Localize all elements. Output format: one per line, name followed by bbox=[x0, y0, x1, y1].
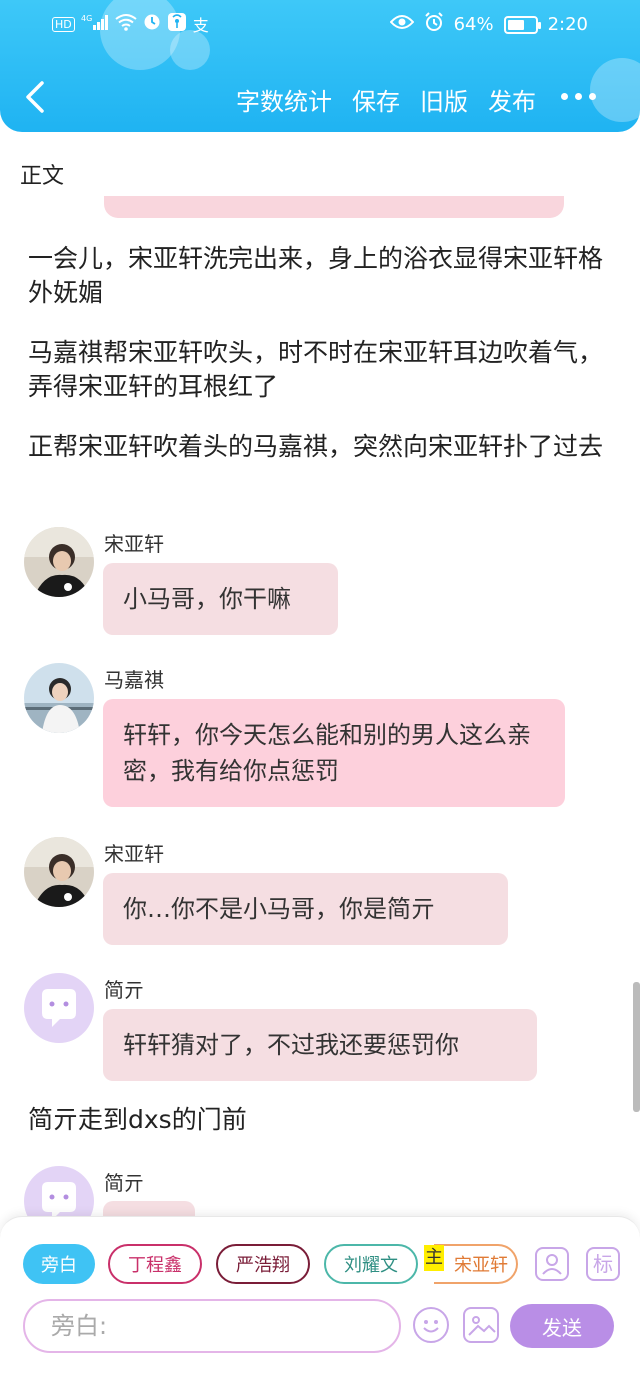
role-chip[interactable]: 宋亚轩 bbox=[434, 1244, 518, 1284]
narration-text[interactable]: 简亓走到dxs的门前 bbox=[28, 1103, 613, 1137]
role-manager-button[interactable] bbox=[535, 1247, 569, 1281]
avatar-photo-icon bbox=[24, 663, 94, 733]
sender-name: 马嘉祺 bbox=[104, 668, 164, 692]
chevron-left-icon bbox=[26, 81, 44, 113]
composer-panel: 旁白 丁程鑫 严浩翔 刘耀文 宋亚轩 主 标 旁白: 发送 bbox=[0, 1216, 640, 1387]
chat-bubble-avatar-icon bbox=[24, 973, 94, 1043]
clock-icon bbox=[143, 13, 161, 35]
publish-button[interactable]: 发布 bbox=[488, 82, 536, 117]
word-count-button[interactable]: 字数统计 bbox=[236, 82, 332, 117]
old-version-button[interactable]: 旧版 bbox=[420, 82, 468, 117]
battery-icon bbox=[503, 15, 541, 34]
hotspot-icon bbox=[167, 12, 187, 36]
mark-button[interactable]: 标 bbox=[586, 1247, 620, 1281]
role-chip[interactable]: 严浩翔 bbox=[216, 1244, 310, 1284]
svg-text:4G: 4G bbox=[81, 14, 92, 23]
message-input[interactable]: 旁白: bbox=[23, 1299, 401, 1353]
role-chip-narrator[interactable]: 旁白 bbox=[23, 1244, 95, 1284]
sender-name: 宋亚轩 bbox=[104, 842, 164, 866]
section-label: 正文 bbox=[20, 164, 65, 189]
image-button[interactable] bbox=[463, 1307, 499, 1343]
message-bubble[interactable]: 小马哥，你干嘛 bbox=[103, 563, 338, 635]
app-notification-icon: 支 bbox=[192, 16, 209, 35]
avatar-photo-icon bbox=[24, 527, 94, 597]
signal-icon: 4G bbox=[81, 13, 109, 35]
smiley-icon bbox=[423, 1320, 439, 1333]
battery-level bbox=[507, 19, 525, 30]
message-bubble[interactable]: 轩轩，你今天怎么能和别的男人这么亲密，我有给你点惩罚 bbox=[103, 699, 565, 807]
sender-name: 简亓 bbox=[104, 978, 144, 1002]
app-header: HD 4G 支 64% 2:20 字数统计 保存 旧版 发布 bbox=[0, 0, 640, 132]
battery-percent: 64% bbox=[453, 14, 494, 35]
avatar[interactable] bbox=[24, 837, 94, 907]
role-chip[interactable]: 丁程鑫 bbox=[108, 1244, 202, 1284]
narration-text[interactable]: 一会儿，宋亚轩洗完出来，身上的浴衣显得宋亚轩格外妩媚 bbox=[28, 242, 613, 310]
hd-indicator: HD bbox=[52, 16, 75, 32]
message-bubble[interactable]: 你…你不是小马哥，你是简亓 bbox=[103, 873, 508, 945]
message-bubble[interactable]: 轩轩猜对了，不过我还要惩罚你 bbox=[103, 1009, 537, 1081]
send-button[interactable]: 发送 bbox=[510, 1304, 614, 1348]
clock-time: 2:20 bbox=[547, 14, 588, 35]
toolbar-actions: 字数统计 保存 旧版 发布 bbox=[236, 82, 536, 117]
eye-icon bbox=[389, 14, 414, 35]
scrollbar-thumb[interactable] bbox=[633, 982, 640, 1112]
more-menu-button[interactable] bbox=[561, 93, 596, 100]
avatar-photo-icon bbox=[24, 837, 94, 907]
avatar[interactable] bbox=[24, 663, 94, 733]
main-role-marker: 主 bbox=[424, 1245, 444, 1271]
emoji-button[interactable] bbox=[413, 1307, 449, 1343]
avatar[interactable] bbox=[24, 973, 94, 1043]
sender-name: 宋亚轩 bbox=[104, 532, 164, 556]
narration-text[interactable]: 马嘉祺帮宋亚轩吹头，时不时在宋亚轩耳边吹着气，弄得宋亚轩的耳根红了 bbox=[28, 336, 613, 404]
wifi-icon bbox=[115, 13, 137, 35]
status-bar: HD 4G 支 64% 2:20 bbox=[0, 8, 640, 40]
back-button[interactable] bbox=[22, 80, 48, 114]
image-icon bbox=[468, 1316, 496, 1336]
sender-name: 简亓 bbox=[104, 1171, 144, 1195]
role-chip[interactable]: 刘耀文 bbox=[324, 1244, 418, 1284]
alarm-icon bbox=[424, 12, 444, 37]
narration-text[interactable]: 正帮宋亚轩吹着头的马嘉祺，突然向宋亚轩扑了过去 bbox=[28, 430, 613, 464]
user-icon bbox=[542, 1254, 562, 1275]
header-decoration bbox=[590, 58, 640, 122]
save-button[interactable]: 保存 bbox=[352, 82, 400, 117]
previous-message-bubble bbox=[104, 196, 564, 218]
avatar[interactable] bbox=[24, 527, 94, 597]
